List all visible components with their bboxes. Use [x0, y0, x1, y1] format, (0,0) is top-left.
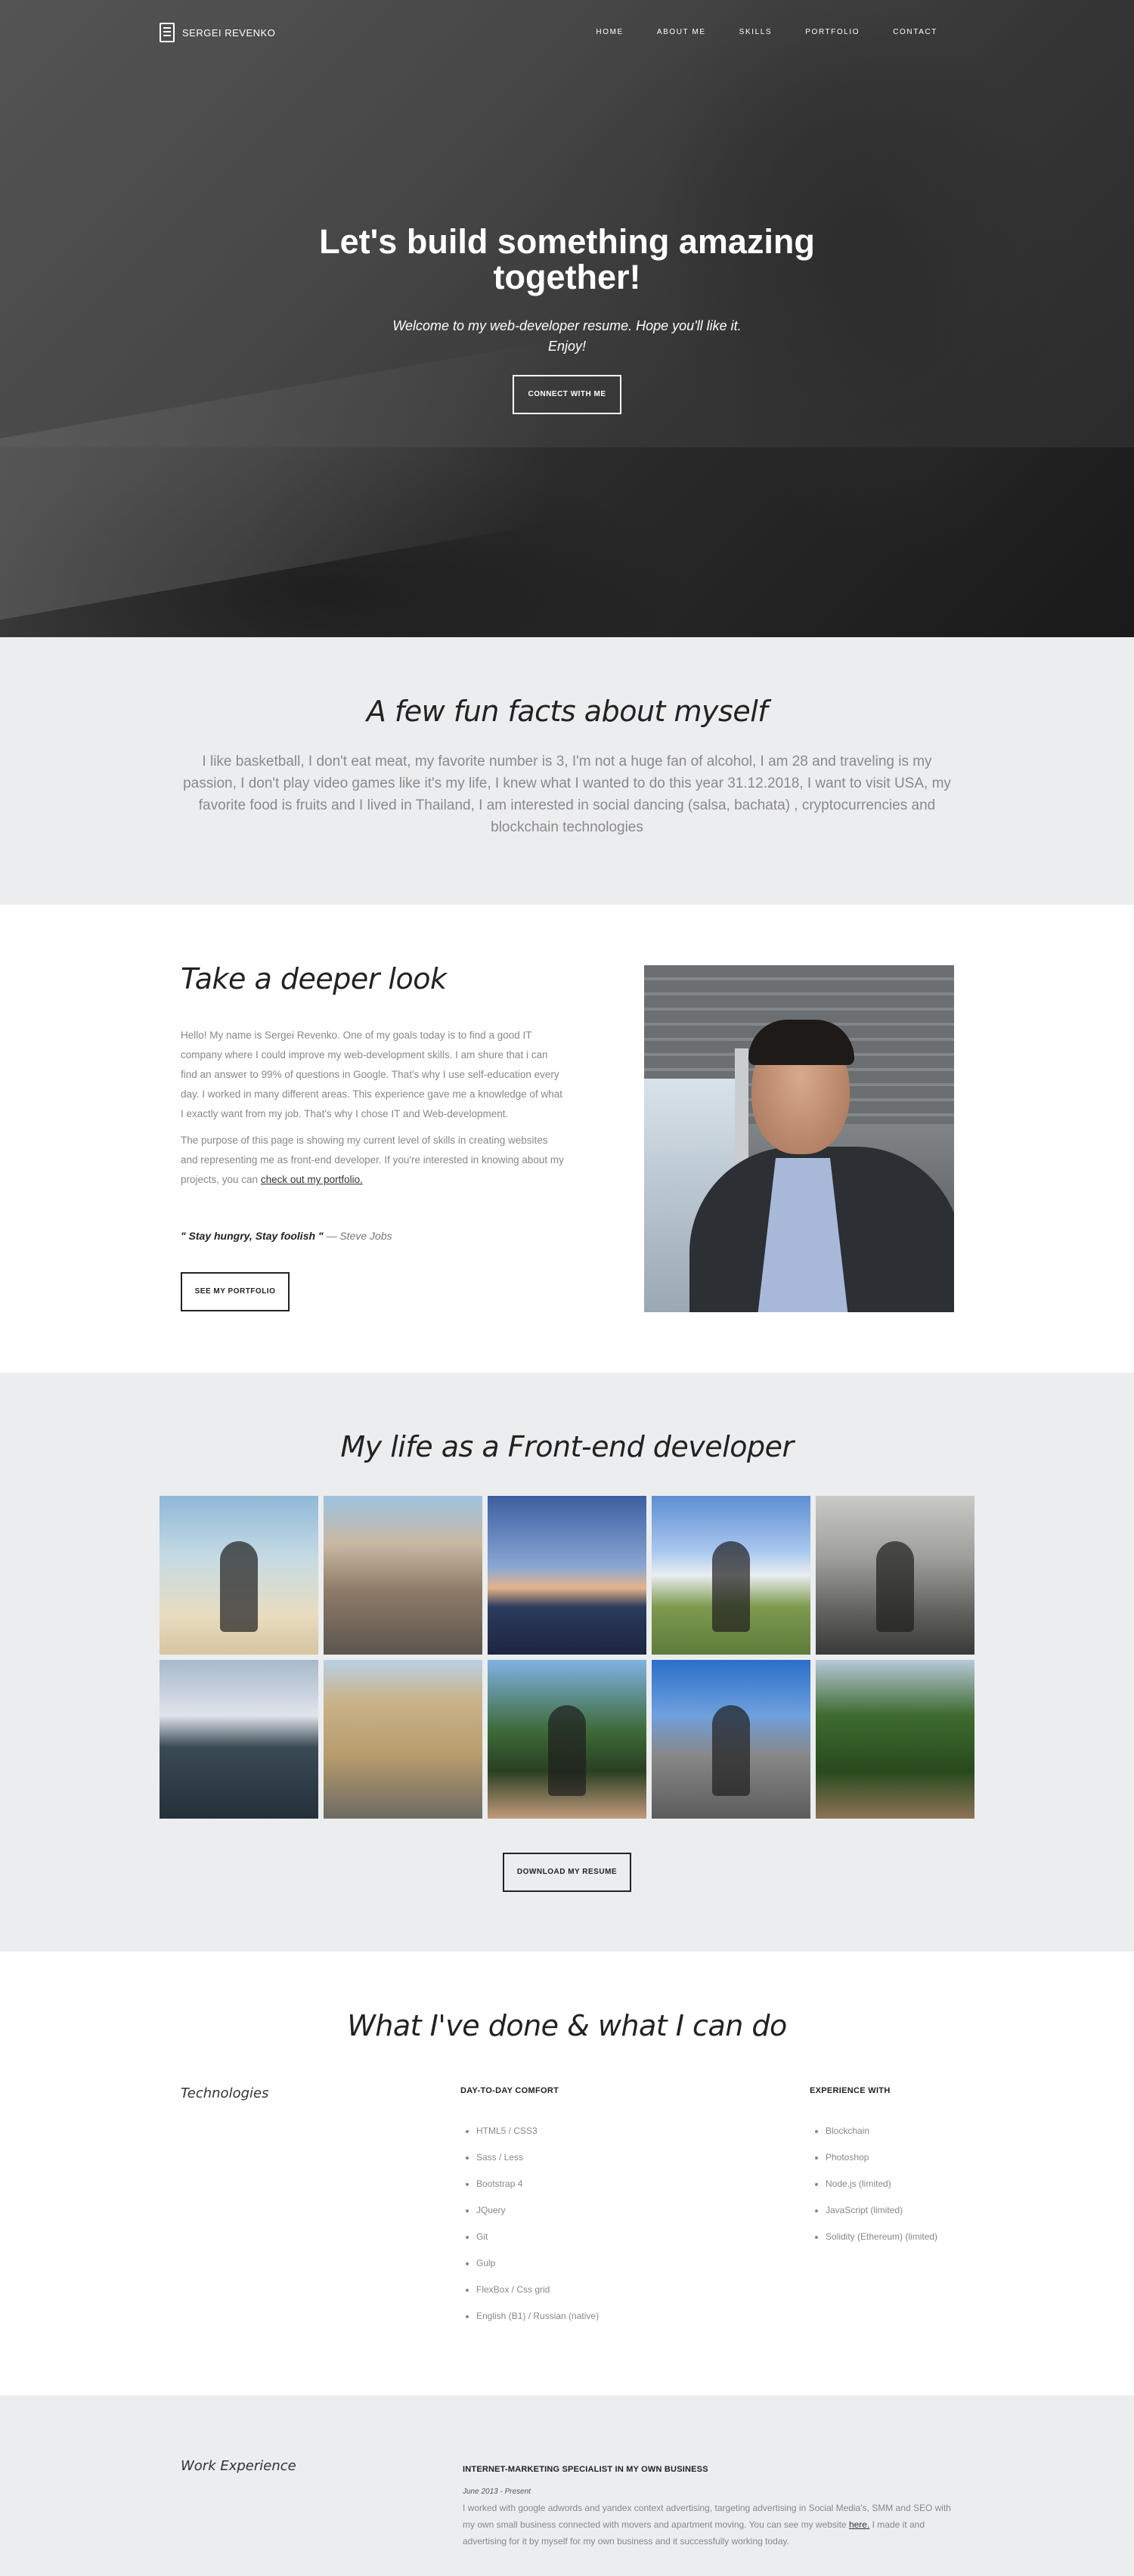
nav-link-home[interactable]: HOME — [596, 28, 623, 36]
about-text: Hello! My name is Sergei Revenko. One of… — [181, 1026, 566, 1197]
about-paragraph-2-text: The purpose of this page is showing my c… — [181, 1135, 564, 1185]
about-paragraph-1: Hello! My name is Sergei Revenko. One of… — [181, 1029, 563, 1119]
comfort-list: HTML5 / CSS3 Sass / Less Bootstrap 4 JQu… — [460, 2126, 599, 2322]
list-item: Gulp — [476, 2258, 599, 2269]
list-item: Solidity (Ethereum) (limited) — [826, 2231, 937, 2243]
photo-grid — [160, 1496, 976, 1819]
gallery-photo[interactable] — [160, 1496, 318, 1655]
experience-list: Blockchain Photoshop Node.js (limited) J… — [810, 2126, 937, 2243]
quote: " Stay hungry, Stay foolish " — Steve Jo… — [181, 1230, 392, 1242]
nav-link-about[interactable]: ABOUT ME — [657, 28, 706, 36]
hero-title: Let's build something amazing together! — [319, 222, 815, 296]
skills-title: What I've done & what I can do — [347, 2009, 787, 2042]
comfort-heading: DAY-TO-DAY COMFORT — [460, 2086, 559, 2095]
list-item: JQuery — [476, 2205, 599, 2216]
gallery-photo[interactable] — [160, 1660, 318, 1819]
website-link[interactable]: here. — [849, 2519, 869, 2530]
list-item: Node.js (limited) — [826, 2178, 937, 2190]
hero-content: Let's build something amazing together! … — [0, 224, 1134, 414]
brand-logo[interactable]: SERGEI REVENKO — [160, 23, 275, 42]
gallery-photo[interactable] — [816, 1660, 974, 1819]
see-portfolio-button[interactable]: SEE MY PORTFOLIO — [181, 1272, 290, 1311]
connect-button[interactable]: CONNECT WITH ME — [513, 375, 621, 414]
gallery-photo[interactable] — [488, 1660, 646, 1819]
list-item: Blockchain — [826, 2126, 937, 2137]
fun-facts-text: I like basketball, I don't eat meat, my … — [183, 754, 951, 835]
portfolio-link[interactable]: check out my portfolio. — [261, 1174, 363, 1185]
fun-facts-title: A few fun facts about myself — [366, 695, 768, 728]
gallery-photo[interactable] — [816, 1496, 974, 1655]
nav-link-skills[interactable]: SKILLS — [739, 28, 773, 36]
job-description: I worked with google adwords and yandex … — [463, 2500, 954, 2550]
experience-column: EXPERIENCE WITH Blockchain Photoshop Nod… — [810, 2086, 937, 2258]
comfort-column: DAY-TO-DAY COMFORT HTML5 / CSS3 Sass / L… — [460, 2086, 599, 2337]
nav-links: HOME ABOUT ME SKILLS PORTFOLIO CONTACT — [596, 28, 937, 36]
gallery-photo[interactable] — [652, 1496, 810, 1655]
list-item: English (B1) / Russian (native) — [476, 2311, 599, 2322]
gallery-section: My life as a Front-end developer DOWNLOA… — [0, 1373, 1134, 1952]
job-entry: INTERNET-MARKETING SPECIALIST IN MY OWN … — [463, 2465, 954, 2550]
technologies-label: Technologies — [181, 2085, 269, 2101]
hero-section: SERGEI REVENKO HOME ABOUT ME SKILLS PORT… — [0, 0, 1134, 637]
list-item: Bootstrap 4 — [476, 2178, 599, 2190]
about-paragraph-2: The purpose of this page is showing my c… — [181, 1131, 566, 1190]
quote-author: — Steve Jobs — [326, 1230, 392, 1242]
quote-text: " Stay hungry, Stay foolish " — [181, 1230, 324, 1242]
nav-link-portfolio[interactable]: PORTFOLIO — [805, 28, 860, 36]
gallery-photo[interactable] — [652, 1660, 810, 1819]
profile-photo — [644, 965, 954, 1312]
fun-facts-section: A few fun facts about myself I like bask… — [0, 637, 1134, 905]
list-item: Sass / Less — [476, 2152, 599, 2163]
list-item: FlexBox / Css grid — [476, 2284, 599, 2296]
list-item: HTML5 / CSS3 — [476, 2126, 599, 2137]
about-title: Take a deeper look — [181, 962, 447, 995]
brand-name: SERGEI REVENKO — [182, 26, 276, 39]
top-navigation: SERGEI REVENKO HOME ABOUT ME SKILLS PORT… — [0, 0, 1134, 65]
hero-subtitle: Welcome to my web-developer resume. Hope… — [392, 318, 742, 354]
skills-section: What I've done & what I can do Technolog… — [0, 1952, 1134, 2395]
job-title: INTERNET-MARKETING SPECIALIST IN MY OWN … — [463, 2465, 708, 2474]
gallery-title: My life as a Front-end developer — [340, 1430, 794, 1463]
list-item: Git — [476, 2231, 599, 2243]
list-item: Photoshop — [826, 2152, 937, 2163]
nav-link-contact[interactable]: CONTACT — [893, 28, 937, 36]
gallery-photo[interactable] — [324, 1660, 482, 1819]
list-item: JavaScript (limited) — [826, 2205, 937, 2216]
about-section: Take a deeper look Hello! My name is Ser… — [0, 905, 1134, 1373]
experience-heading: EXPERIENCE WITH — [810, 2086, 891, 2095]
work-experience-label: Work Experience — [181, 2458, 296, 2474]
gallery-photo[interactable] — [488, 1496, 646, 1655]
job-date: June 2013 - Present — [463, 2488, 531, 2496]
download-resume-button[interactable]: DOWNLOAD MY RESUME — [503, 1853, 631, 1892]
document-icon — [160, 23, 175, 42]
gallery-photo[interactable] — [324, 1496, 482, 1655]
work-experience-section: Work Experience INTERNET-MARKETING SPECI… — [0, 2395, 1134, 2576]
